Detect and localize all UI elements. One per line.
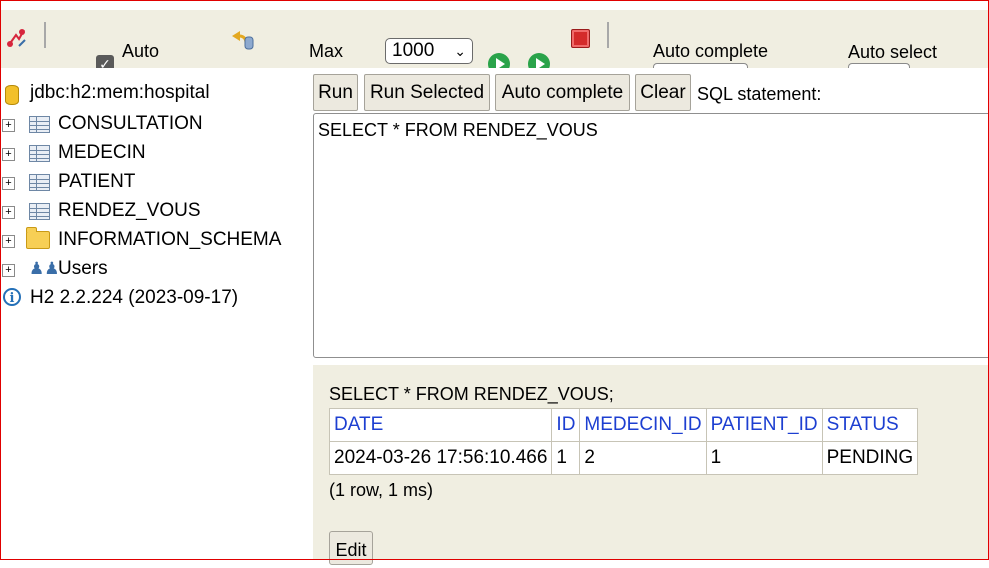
version-label: H2 2.2.224 (2023-09-17): [30, 287, 239, 308]
tree-item-label: INFORMATION_SCHEMA: [58, 229, 282, 250]
tree-item-label: RENDEZ_VOUS: [58, 200, 201, 221]
tree-item-consultation[interactable]: + CONSULTATION: [0, 111, 310, 139]
clear-button[interactable]: Clear: [635, 74, 691, 111]
sql-editor[interactable]: SELECT * FROM RENDEZ_VOUS: [313, 113, 989, 358]
column-header-medecin-id[interactable]: MEDECIN_ID: [579, 408, 707, 442]
tree-item-medecin[interactable]: + MEDECIN: [0, 140, 310, 168]
tree-item-label: Users: [58, 258, 108, 279]
tree-item-label: MEDECIN: [58, 142, 146, 163]
table-row: 2024-03-26 17:56:10.466 1 2 1 PENDING: [328, 441, 919, 475]
sql-statement-label: SQL statement:: [697, 84, 822, 104]
expand-icon[interactable]: +: [2, 119, 15, 132]
expand-icon[interactable]: +: [2, 148, 15, 161]
table-icon: [29, 116, 50, 133]
column-header-date[interactable]: DATE: [328, 408, 553, 442]
tree-item-information-schema[interactable]: + INFORMATION_SCHEMA: [0, 227, 310, 255]
tree-item-patient[interactable]: + PATIENT: [0, 169, 310, 197]
auto-commit-label: Auto: [122, 41, 160, 61]
cell-date: 2024-03-26 17:56:10.466: [328, 441, 553, 475]
cell-id: 1: [551, 441, 581, 475]
auto-select-label: Auto select: [848, 42, 938, 62]
rollback-icon[interactable]: [228, 27, 256, 51]
stop-icon[interactable]: [571, 29, 590, 48]
result-summary: (1 row, 1 ms): [329, 480, 434, 500]
expand-icon[interactable]: +: [2, 206, 15, 219]
info-icon: i: [3, 288, 21, 306]
tree-connection[interactable]: jdbc:h2:mem:hospital: [0, 80, 310, 108]
run-selected-button[interactable]: Run Selected: [364, 74, 490, 111]
chevron-down-icon: ⌄: [454, 43, 466, 59]
cell-medecin-id: 2: [579, 441, 707, 475]
toolbar-top-strip: [0, 0, 989, 10]
table-icon: [29, 174, 50, 191]
result-query-text: SELECT * FROM RENDEZ_VOUS;: [329, 384, 614, 404]
column-header-patient-id[interactable]: PATIENT_ID: [705, 408, 823, 442]
expand-icon[interactable]: +: [2, 264, 15, 277]
expand-icon[interactable]: +: [2, 177, 15, 190]
table-icon: [29, 145, 50, 162]
run-button[interactable]: Run: [313, 74, 358, 111]
max-rows-value: 1000: [392, 40, 435, 61]
expand-icon[interactable]: +: [2, 235, 15, 248]
disconnect-icon[interactable]: [5, 26, 29, 50]
auto-complete-select[interactable]: [653, 63, 748, 68]
tree-item-users[interactable]: + ♟♟ Users: [0, 256, 310, 284]
table-icon: [29, 203, 50, 220]
connection-url: jdbc:h2:mem:hospital: [30, 82, 210, 103]
auto-select-select[interactable]: [848, 63, 910, 68]
folder-icon: [26, 227, 50, 249]
tree-item-label: CONSULTATION: [58, 113, 203, 134]
tree-item-label: PATIENT: [58, 171, 136, 192]
run-icon[interactable]: [488, 53, 510, 68]
auto-commit-checkbox[interactable]: ✓: [96, 55, 114, 68]
column-header-id[interactable]: ID: [551, 408, 581, 442]
users-icon: ♟♟: [29, 259, 60, 278]
cell-patient-id: 1: [705, 441, 823, 475]
max-rows-select[interactable]: 1000 ⌄: [385, 38, 473, 64]
cell-status: PENDING: [821, 441, 919, 475]
column-header-status[interactable]: STATUS: [821, 408, 919, 442]
tree-item-rendez-vous[interactable]: + RENDEZ_VOUS: [0, 198, 310, 226]
tree-version: i H2 2.2.224 (2023-09-17): [0, 285, 310, 313]
result-table: DATE ID MEDECIN_ID PATIENT_ID STATUS 202…: [328, 408, 919, 475]
auto-complete-label: Auto complete: [653, 41, 769, 61]
toolbar: ✓ Auto Max 1000 ⌄ Auto complete Auto sel…: [0, 0, 989, 68]
max-rows-label: Max: [309, 41, 344, 61]
toolbar-separator: [44, 22, 46, 48]
toolbar-separator: [607, 22, 609, 48]
table-header-row: DATE ID MEDECIN_ID PATIENT_ID STATUS: [328, 408, 919, 442]
auto-complete-button[interactable]: Auto complete: [495, 74, 630, 111]
database-icon: [5, 85, 19, 105]
run-selected-icon[interactable]: [528, 53, 550, 68]
